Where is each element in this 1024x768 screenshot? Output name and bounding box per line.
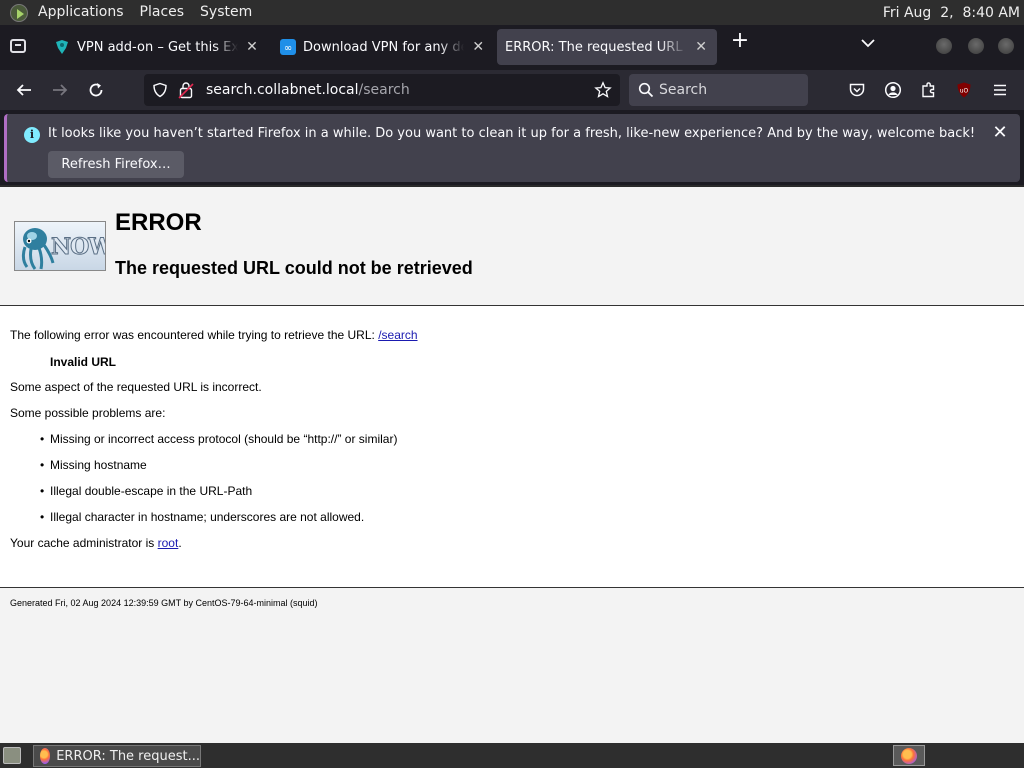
notification-message: It looks like you haven’t started Firefo… [48, 126, 976, 141]
page-title: ERROR [115, 209, 202, 236]
taskbar-window-button[interactable]: ERROR: The request... [33, 745, 201, 767]
show-desktop-icon[interactable] [3, 747, 21, 764]
hamburger-menu-icon[interactable] [988, 78, 1012, 102]
close-icon[interactable]: ✕ [244, 39, 260, 55]
places-menu[interactable]: Places [132, 0, 193, 25]
panel-clock[interactable]: Fri Aug 2, 8:40 AM [883, 5, 1020, 21]
system-menu[interactable]: System [192, 0, 260, 25]
back-icon[interactable] [12, 78, 36, 102]
problems-heading: Some possible problems are: [10, 406, 166, 420]
chevron-down-icon[interactable] [858, 33, 878, 53]
svg-text:uO: uO [960, 88, 969, 95]
url-bar[interactable]: search.collabnet.local/search [144, 74, 620, 106]
list-item: Missing hostname [40, 458, 147, 472]
url-path: /search [358, 82, 410, 98]
close-window-button[interactable] [998, 38, 1014, 54]
squid-logo: NOW [14, 221, 106, 271]
maximize-button[interactable] [968, 38, 984, 54]
tab-error-page[interactable]: ERROR: The requested URL could not be re… [497, 29, 717, 65]
generated-footer: Generated Fri, 02 Aug 2024 12:39:59 GMT … [10, 598, 318, 608]
close-icon[interactable]: ✕ [470, 39, 486, 55]
requested-url-link[interactable]: /search [378, 328, 417, 342]
close-icon[interactable]: ✕ [991, 124, 1009, 142]
intro-text: The following error was encountered whil… [10, 328, 379, 342]
admin-link[interactable]: root [158, 536, 179, 550]
error-details: The following error was encountered whil… [0, 306, 1024, 587]
page-content: NOW ERROR The requested URL could not be… [0, 185, 1024, 743]
lock-icon[interactable] [178, 81, 194, 103]
taskbar-window-title: ERROR: The request... [56, 748, 200, 764]
tab-download-vpn[interactable]: ∞ Download VPN for any device ✕ [272, 29, 494, 65]
error-intro: The following error was encountered whil… [10, 328, 418, 342]
new-tab-button[interactable]: + [729, 30, 751, 52]
bookmark-star-icon[interactable] [594, 81, 612, 103]
error-description: Some aspect of the requested URL is inco… [10, 380, 262, 394]
vpn-download-icon: ∞ [280, 39, 296, 55]
list-item: Illegal character in hostname; underscor… [40, 510, 364, 524]
logo-text: NOW [51, 234, 106, 261]
divider [0, 587, 1024, 588]
account-icon[interactable] [881, 78, 905, 102]
firefox-view-icon[interactable] [10, 39, 26, 53]
list-item: Missing or incorrect access protocol (sh… [40, 432, 397, 446]
error-code: Invalid URL [50, 355, 117, 369]
close-icon[interactable]: ✕ [693, 39, 709, 55]
tab-title: VPN add-on – Get this Extension [77, 39, 239, 55]
top-panel: Applications Places System Fri Aug 2, 8:… [0, 0, 1024, 25]
svg-text:∞: ∞ [284, 43, 292, 54]
ublock-origin-icon[interactable]: uO [952, 78, 976, 102]
list-item: Illegal double-escape in the URL-Path [40, 484, 252, 498]
bottom-taskbar: ERROR: The request... [0, 743, 1024, 768]
minimize-button[interactable] [936, 38, 952, 54]
navigation-toolbar: search.collabnet.local/search Search uO [0, 70, 1024, 110]
search-bar[interactable]: Search [629, 74, 808, 106]
applications-menu[interactable]: Applications [30, 0, 132, 25]
refresh-firefox-notification: i It looks like you haven’t started Fire… [4, 114, 1020, 182]
admin-prefix: Your cache administrator is [10, 536, 158, 550]
admin-suffix: . [178, 536, 182, 550]
refresh-firefox-button[interactable]: Refresh Firefox… [48, 151, 184, 178]
firefox-icon [40, 748, 51, 764]
vpn-addon-icon [54, 39, 70, 55]
firefox-icon [901, 747, 917, 764]
tab-title: Download VPN for any device [303, 39, 464, 55]
extensions-puzzle-icon[interactable] [917, 78, 941, 102]
info-icon: i [24, 127, 40, 143]
pocket-icon[interactable] [845, 78, 869, 102]
search-icon [638, 82, 654, 102]
tab-vpn-addon[interactable]: VPN add-on – Get this Extension ✕ [46, 29, 268, 65]
tab-title: ERROR: The requested URL could not be re… [505, 39, 687, 55]
url-text[interactable]: search.collabnet.local/search [206, 82, 410, 98]
page-subtitle: The requested URL could not be retrieved [115, 258, 473, 278]
search-placeholder: Search [659, 82, 708, 98]
tab-strip: VPN add-on – Get this Extension ✕ ∞ Down… [0, 25, 1024, 70]
reload-icon[interactable] [84, 78, 108, 102]
tracking-protection-shield-icon[interactable] [152, 82, 168, 102]
applications-logo-icon[interactable] [10, 3, 28, 22]
cache-admin-line: Your cache administrator is root. [10, 536, 182, 550]
forward-icon[interactable] [48, 78, 72, 102]
workspace-switcher[interactable] [893, 745, 925, 766]
url-host: search.collabnet.local [206, 82, 359, 98]
